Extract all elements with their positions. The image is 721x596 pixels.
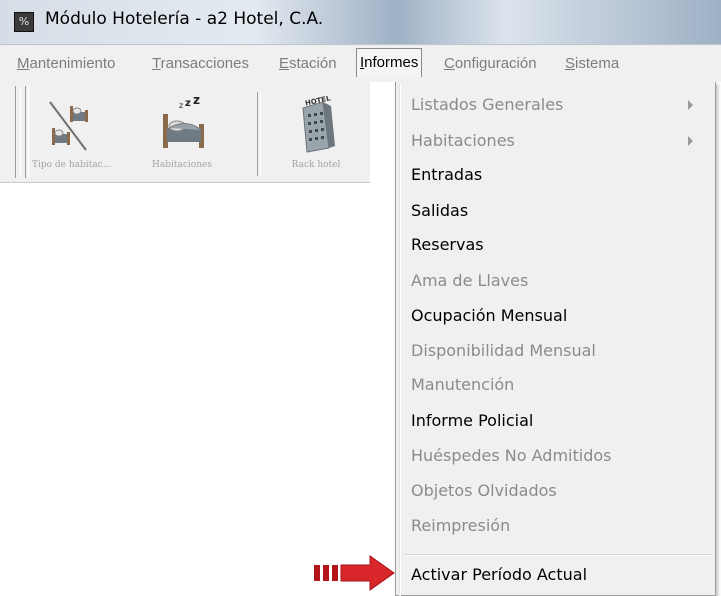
toolbar-label-room-type: Tipo de habitac... — [32, 160, 112, 170]
menu-item-reservas[interactable]: Reservas — [411, 235, 484, 255]
menu-item-salidas[interactable]: Salidas — [411, 201, 468, 221]
room-type-icon — [49, 101, 88, 151]
menu-item-activar-periodo-actual[interactable]: Activar Período Actual — [411, 565, 587, 585]
toolbar-button-rack-hotel[interactable]: HOTEL Rack hotel — [279, 90, 353, 180]
title-bar[interactable]: % Módulo Hotelería - a2 Hotel, C.A. — [0, 0, 721, 45]
menu-item-listados-generales[interactable]: Listados Generales — [411, 95, 563, 115]
menu-bar: Mantenimiento Transacciones Estación Inf… — [0, 45, 721, 82]
hotel-building-icon: HOTEL — [302, 96, 335, 153]
toolbar-button-rooms[interactable]: z z z Habitaciones — [145, 90, 219, 180]
app-logo-icon[interactable]: % — [14, 12, 34, 32]
bed-icon: z z z — [163, 96, 204, 148]
submenu-arrow-icon — [688, 136, 693, 146]
toolbar-label-rack-hotel: Rack hotel — [291, 160, 341, 170]
menu-item-disponibilidad-mensual[interactable]: Disponibilidad Mensual — [411, 341, 596, 361]
menu-estacion[interactable]: Estación — [279, 55, 337, 72]
toolbar-button-room-type[interactable]: Tipo de habitac... — [32, 90, 112, 180]
menu-item-entradas[interactable]: Entradas — [411, 165, 482, 185]
menu-configuracion[interactable]: Configuración — [444, 55, 537, 72]
menu-item-huespedes-no-admitidos[interactable]: Huéspedes No Admitidos — [411, 446, 611, 466]
toolbar-separator — [257, 92, 261, 176]
toolbar-divider — [25, 86, 29, 178]
submenu-arrow-icon — [688, 100, 693, 110]
svg-text:z: z — [185, 98, 191, 109]
window-title: Módulo Hotelería - a2 Hotel, C.A. — [45, 9, 324, 29]
menu-item-ocupacion-mensual[interactable]: Ocupación Mensual — [411, 306, 567, 326]
menu-item-reimpresion[interactable]: Reimpresión — [411, 516, 510, 536]
menu-separator — [404, 554, 712, 556]
menu-item-informe-policial[interactable]: Informe Policial — [411, 411, 533, 431]
menu-item-manutencion[interactable]: Manutención — [411, 375, 514, 395]
menu-informes[interactable]: Informes — [356, 48, 423, 77]
menu-sistema[interactable]: Sistema — [565, 55, 619, 72]
toolbar-grip[interactable] — [15, 86, 21, 178]
menu-transacciones[interactable]: Transacciones — [152, 55, 249, 72]
svg-text:z: z — [193, 96, 200, 107]
toolbar-label-rooms: Habitaciones — [152, 160, 212, 170]
menu-item-habitaciones[interactable]: Habitaciones — [411, 131, 515, 151]
menu-icon-gutter — [399, 84, 401, 596]
menu-item-ama-de-llaves[interactable]: Ama de Llaves — [411, 271, 528, 291]
menu-mantenimiento[interactable]: Mantenimiento — [17, 55, 115, 72]
pointer-arrow-icon — [314, 555, 395, 591]
svg-text:z: z — [179, 101, 183, 110]
menu-item-objetos-olvidados[interactable]: Objetos Olvidados — [411, 481, 557, 501]
